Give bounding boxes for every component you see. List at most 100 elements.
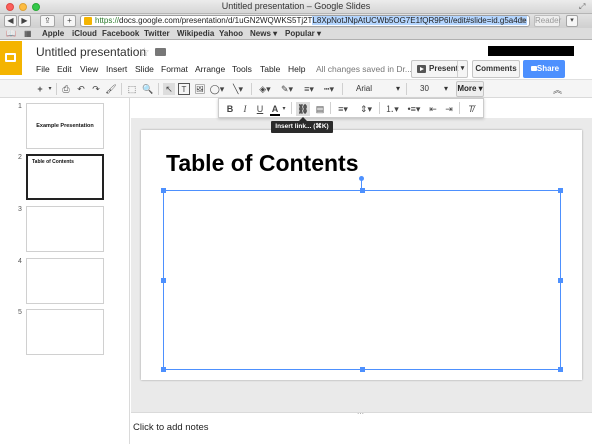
speaker-notes[interactable]: ⋯ Click to add notes: [131, 410, 592, 444]
redo-icon[interactable]: ↷: [90, 83, 102, 95]
menu-help[interactable]: Help: [288, 64, 305, 74]
share-button[interactable]: Share: [523, 60, 565, 78]
folder-icon[interactable]: [155, 48, 166, 56]
more-label: More: [457, 84, 477, 93]
menu-arrange[interactable]: Arrange: [195, 64, 225, 74]
menu-file[interactable]: File: [36, 64, 50, 74]
insert-link-tooltip: Insert link... (⌘K): [271, 121, 333, 133]
browser-toolbar: ◀ ▶ ⇪ + https://docs.google.com/presenta…: [0, 14, 592, 28]
paint-format-icon[interactable]: 🖌: [105, 83, 117, 95]
resize-handle[interactable]: [161, 367, 166, 372]
link-icon[interactable]: ⛓: [296, 102, 310, 116]
slide-thumbnail-1[interactable]: Example Presentation: [26, 103, 104, 149]
new-slide-icon[interactable]: +: [34, 83, 46, 95]
menu-slide[interactable]: Slide: [135, 64, 154, 74]
print-icon[interactable]: ⎙: [60, 83, 72, 95]
collapse-menus-icon[interactable]: ︽: [553, 83, 562, 96]
zoom-fit-icon[interactable]: ⬚: [126, 83, 138, 95]
resize-handle[interactable]: [558, 188, 563, 193]
notes-resize-grip[interactable]: ⋯: [357, 410, 364, 418]
slide-canvas[interactable]: Table of Contents: [141, 130, 582, 380]
new-tab-button[interactable]: +: [63, 15, 76, 27]
bold-button[interactable]: B: [225, 102, 235, 116]
border-weight-icon[interactable]: ≡▾: [300, 83, 318, 95]
present-dropdown-icon[interactable]: ▾: [457, 61, 467, 77]
slide-number: 3: [18, 206, 22, 213]
more-button[interactable]: More ▾: [456, 81, 484, 97]
align-icon[interactable]: ≡▾: [334, 102, 352, 116]
slide-thumbnail-4[interactable]: [26, 258, 104, 304]
decrease-indent-icon[interactable]: ⇤: [427, 102, 439, 116]
increase-indent-icon[interactable]: ⇥: [443, 102, 455, 116]
comment-icon[interactable]: ▤: [314, 102, 326, 116]
selected-textbox[interactable]: [161, 188, 563, 372]
zoom-icon[interactable]: 🔍: [142, 83, 154, 95]
vertical-align-icon[interactable]: ⇕▾: [357, 102, 375, 116]
bookmark-yahoo[interactable]: Yahoo: [219, 28, 243, 40]
select-tool-icon[interactable]: ↖: [163, 83, 175, 95]
resize-handle[interactable]: [558, 367, 563, 372]
bookmark-wikipedia[interactable]: Wikipedia: [177, 28, 214, 40]
numbered-list-icon[interactable]: ⒈▾: [383, 102, 401, 116]
menu-view[interactable]: View: [80, 64, 98, 74]
bookmark-apple[interactable]: Apple: [42, 28, 64, 40]
clear-formatting-icon[interactable]: T̸: [465, 102, 477, 116]
slide-thumbnail-3[interactable]: [26, 206, 104, 252]
resize-handle[interactable]: [161, 278, 166, 283]
menu-insert[interactable]: Insert: [106, 64, 127, 74]
textbox-tool-icon[interactable]: T: [178, 83, 190, 95]
star-icon[interactable]: ☆: [139, 45, 150, 59]
thumbnail-title: Example Presentation: [36, 123, 94, 129]
downloads-icon[interactable]: ▾: [566, 15, 578, 27]
reload-icon[interactable]: ↻: [519, 16, 526, 26]
bookmark-popular[interactable]: Popular ▾: [285, 28, 321, 40]
menu-tools[interactable]: Tools: [232, 64, 252, 74]
forward-button[interactable]: ▶: [18, 15, 31, 27]
menu-table[interactable]: Table: [260, 64, 280, 74]
save-status[interactable]: All changes saved in Dr...: [316, 64, 412, 74]
thumbnail-title: Table of Contents: [32, 159, 74, 165]
resize-handle[interactable]: [360, 188, 365, 193]
resize-handle[interactable]: [360, 367, 365, 372]
shape-tool-icon[interactable]: ◯▾: [209, 83, 225, 95]
text-color-button[interactable]: A: [270, 102, 280, 116]
address-bar[interactable]: https://docs.google.com/presentation/d/1…: [80, 15, 530, 27]
resize-handle[interactable]: [161, 188, 166, 193]
bookmarks-book-icon[interactable]: 📖: [6, 28, 16, 40]
bookmarks-grid-icon[interactable]: ▦: [24, 28, 32, 40]
border-dash-icon[interactable]: ┅▾: [320, 83, 338, 95]
present-icon: [417, 65, 426, 73]
underline-button[interactable]: U: [255, 102, 265, 116]
border-color-icon[interactable]: ✎▾: [278, 83, 296, 95]
menu-format[interactable]: Format: [161, 64, 188, 74]
present-label: Present: [429, 64, 459, 73]
bulleted-list-icon[interactable]: •≡▾: [405, 102, 423, 116]
back-button[interactable]: ◀: [4, 15, 17, 27]
slide-thumbnail-5[interactable]: [26, 309, 104, 355]
resize-handle[interactable]: [558, 278, 563, 283]
undo-icon[interactable]: ↶: [75, 83, 87, 95]
line-tool-icon[interactable]: ╲▾: [230, 83, 246, 95]
new-slide-dropdown-icon[interactable]: ▾: [46, 83, 54, 95]
bookmark-icloud[interactable]: iCloud: [72, 28, 97, 40]
image-tool-icon[interactable]: 🖼: [194, 83, 206, 95]
comments-button[interactable]: Comments: [472, 60, 520, 78]
document-title[interactable]: Untitled presentation: [36, 45, 146, 59]
slides-logo-icon[interactable]: [0, 41, 22, 75]
text-color-dropdown-icon[interactable]: ▾: [281, 102, 287, 116]
fill-color-icon[interactable]: ◈▾: [256, 83, 274, 95]
fullscreen-icon[interactable]: ⤢: [579, 2, 588, 11]
slide-thumbnail-2[interactable]: Table of Contents: [26, 154, 104, 200]
rotate-handle[interactable]: [359, 176, 364, 181]
font-size-select[interactable]: 30 ▾: [420, 82, 450, 96]
italic-button[interactable]: I: [240, 102, 250, 116]
share-page-icon[interactable]: ⇪: [40, 15, 55, 27]
bookmark-news[interactable]: News ▾: [250, 28, 277, 40]
reader-button[interactable]: Reader: [534, 15, 561, 27]
font-family-select[interactable]: Arial ▾: [356, 82, 402, 96]
menu-edit[interactable]: Edit: [57, 64, 72, 74]
bookmark-facebook[interactable]: Facebook: [102, 28, 139, 40]
present-button[interactable]: Present ▾: [411, 60, 468, 78]
slide-title[interactable]: Table of Contents: [166, 150, 359, 177]
bookmark-twitter[interactable]: Twitter: [144, 28, 170, 40]
